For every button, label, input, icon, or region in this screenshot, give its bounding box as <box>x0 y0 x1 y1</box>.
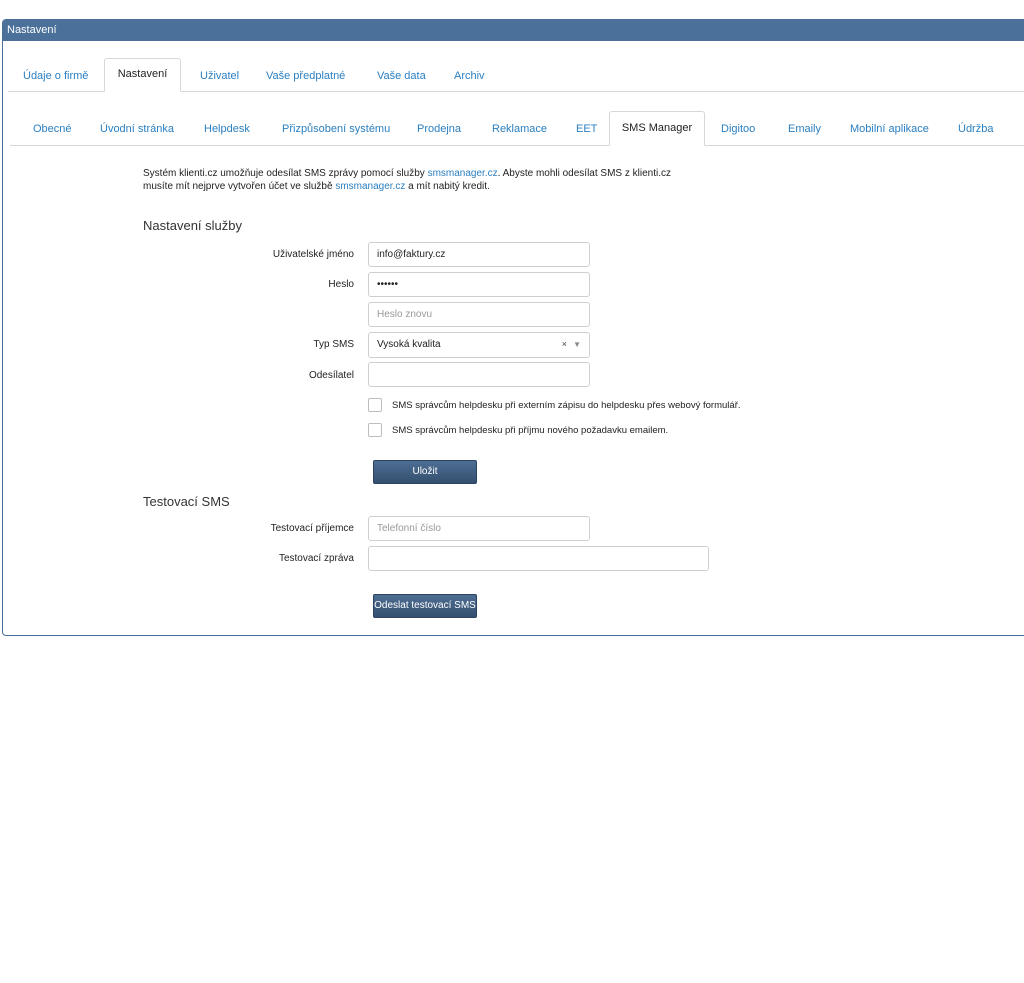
settings-panel: Nastavení <box>2 19 1024 636</box>
subtab-reklamace[interactable]: Reklamace <box>492 123 547 135</box>
tab-uzivatel[interactable]: Uživatel <box>200 70 239 82</box>
subtab-helpdesk[interactable]: Helpdesk <box>204 123 250 135</box>
tab-vase-data[interactable]: Vaše data <box>377 70 426 82</box>
subtab-divider <box>705 145 1024 146</box>
tab-divider <box>8 91 104 92</box>
intro-text-part: . Abyste mohli odesílat SMS z klienti.cz <box>497 168 671 179</box>
subtab-sms-manager[interactable]: SMS Manager <box>609 111 705 146</box>
sender-input[interactable] <box>368 362 590 387</box>
subtab-digitoo[interactable]: Digitoo <box>721 123 755 135</box>
intro-text-part: Systém klienti.cz umožňuje odesílat SMS … <box>143 168 428 179</box>
subtab-uvodni-stranka[interactable]: Úvodní stránka <box>100 123 174 135</box>
email-helpdesk-checkbox[interactable] <box>368 423 382 437</box>
intro-text: Systém klienti.cz umožňuje odesílat SMS … <box>143 167 763 193</box>
smsmanager-link[interactable]: smsmanager.cz <box>428 168 498 179</box>
subtab-emaily[interactable]: Emaily <box>788 123 821 135</box>
subtab-divider <box>10 145 609 146</box>
chevron-down-icon[interactable]: ▼ <box>573 333 581 356</box>
password-again-input[interactable]: Heslo znovu <box>368 302 590 327</box>
tab-divider <box>181 91 1024 92</box>
test-recipient-input[interactable]: Telefonní číslo <box>368 516 590 541</box>
test-message-label: Testovací zpráva <box>278 553 354 564</box>
external-helpdesk-checkbox[interactable] <box>368 398 382 412</box>
intro-text-part: a mít nabitý kredit. <box>405 181 490 192</box>
sms-type-label: Typ SMS <box>313 339 354 350</box>
service-section-title: Nastavení služby <box>143 218 242 233</box>
subtab-mobilni-aplikace[interactable]: Mobilní aplikace <box>850 123 929 135</box>
smsmanager-link-2[interactable]: smsmanager.cz <box>335 181 405 192</box>
tab-udaje-o-firme[interactable]: Údaje o firmě <box>23 70 88 82</box>
external-helpdesk-checkbox-label: SMS správcům helpdesku při externím zápi… <box>392 400 741 411</box>
subtab-obecne[interactable]: Obecné <box>33 123 72 135</box>
tab-archiv[interactable]: Archiv <box>454 70 485 82</box>
sender-label: Odesílatel <box>308 370 354 381</box>
intro-text-part: musíte mít nejprve vytvořen účet ve služ… <box>143 181 336 192</box>
subtab-prizpusobeni-systemu[interactable]: Přizpůsobení systému <box>282 123 390 135</box>
subtab-udrzba[interactable]: Údržba <box>958 123 993 135</box>
password-input[interactable]: •••••• <box>368 272 590 297</box>
username-label: Uživatelské jméno <box>272 249 354 260</box>
panel-title: Nastavení <box>3 20 1024 41</box>
sms-type-select[interactable]: Vysoká kvalita × ▼ <box>368 332 590 358</box>
sms-type-value: Vysoká kvalita <box>377 339 441 350</box>
tab-nastaveni[interactable]: Nastavení <box>104 58 181 92</box>
test-recipient-label: Testovací příjemce <box>270 523 354 534</box>
password-label: Heslo <box>328 279 354 290</box>
subtab-eet[interactable]: EET <box>576 123 597 135</box>
subtab-prodejna[interactable]: Prodejna <box>417 123 461 135</box>
test-section-title: Testovací SMS <box>143 494 230 509</box>
clear-icon[interactable]: × <box>562 333 567 356</box>
send-test-sms-button[interactable]: Odeslat testovací SMS <box>373 594 477 618</box>
test-message-input[interactable] <box>368 546 709 571</box>
email-helpdesk-checkbox-label: SMS správcům helpdesku při příjmu nového… <box>392 425 669 436</box>
username-input[interactable]: info@faktury.cz <box>368 242 590 267</box>
tab-vase-predplatne[interactable]: Vaše předplatné <box>266 70 345 82</box>
save-button[interactable]: Uložit <box>373 460 477 484</box>
